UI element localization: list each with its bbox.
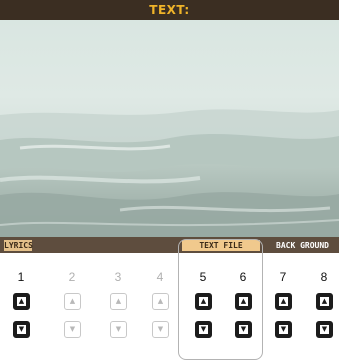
down-button-8[interactable]: ▼: [316, 321, 333, 338]
button-face: ▲: [68, 297, 77, 306]
down-arrow-icon: ▼: [157, 325, 164, 333]
column-number-8: 8: [320, 270, 328, 284]
column-number-4: 4: [156, 270, 164, 284]
button-face: ▲: [239, 297, 248, 306]
tab-strip: LYRICS TEXT FILE BACK GROUND: [0, 237, 339, 253]
button-face: ▼: [279, 325, 288, 334]
up-arrow-icon: ▲: [157, 297, 164, 305]
down-arrow-icon: ▼: [115, 325, 122, 333]
button-face: ▼: [114, 325, 123, 334]
button-face: ▼: [199, 325, 208, 334]
down-arrow-icon: ▼: [69, 325, 76, 333]
up-arrow-icon: ▲: [240, 297, 247, 305]
display-screen: TEXT:: [0, 0, 339, 237]
tab-background[interactable]: BACK GROUND: [266, 240, 339, 251]
up-arrow-icon: ▲: [280, 297, 287, 305]
down-arrow-icon: ▼: [240, 325, 247, 333]
up-button-2[interactable]: ▲: [64, 293, 81, 310]
column-number-2: 2: [68, 270, 76, 284]
column-number-3: 3: [114, 270, 122, 284]
tab-lyrics[interactable]: LYRICS: [4, 240, 33, 251]
down-arrow-icon: ▼: [321, 325, 328, 333]
up-arrow-icon: ▲: [18, 297, 25, 305]
up-button-4[interactable]: ▲: [152, 293, 169, 310]
up-arrow-icon: ▲: [115, 297, 122, 305]
column-number-6: 6: [239, 270, 247, 284]
up-button-8[interactable]: ▲: [316, 293, 333, 310]
column-number-7: 7: [279, 270, 287, 284]
button-face: ▲: [114, 297, 123, 306]
button-face: ▼: [320, 325, 329, 334]
button-face: ▼: [239, 325, 248, 334]
down-button-7[interactable]: ▼: [275, 321, 292, 338]
button-face: ▲: [279, 297, 288, 306]
button-face: ▲: [17, 297, 26, 306]
down-arrow-icon: ▼: [18, 325, 25, 333]
down-arrow-icon: ▼: [280, 325, 287, 333]
up-button-7[interactable]: ▲: [275, 293, 292, 310]
down-button-4[interactable]: ▼: [152, 321, 169, 338]
up-button-3[interactable]: ▲: [110, 293, 127, 310]
column-number-5: 5: [199, 270, 207, 284]
down-arrow-icon: ▼: [200, 325, 207, 333]
down-button-1[interactable]: ▼: [13, 321, 30, 338]
button-face: ▼: [17, 325, 26, 334]
button-face: ▲: [199, 297, 208, 306]
up-button-1[interactable]: ▲: [13, 293, 30, 310]
background-image: [0, 20, 339, 237]
screen-title: TEXT:: [0, 0, 339, 20]
down-button-3[interactable]: ▼: [110, 321, 127, 338]
button-face: ▼: [156, 325, 165, 334]
up-button-5[interactable]: ▲: [195, 293, 212, 310]
button-face: ▼: [68, 325, 77, 334]
up-button-6[interactable]: ▲: [235, 293, 252, 310]
button-face: ▲: [320, 297, 329, 306]
up-arrow-icon: ▲: [69, 297, 76, 305]
up-arrow-icon: ▲: [321, 297, 328, 305]
down-button-5[interactable]: ▼: [195, 321, 212, 338]
column-number-1: 1: [17, 270, 25, 284]
button-face: ▲: [156, 297, 165, 306]
down-button-6[interactable]: ▼: [235, 321, 252, 338]
down-button-2[interactable]: ▼: [64, 321, 81, 338]
up-arrow-icon: ▲: [200, 297, 207, 305]
